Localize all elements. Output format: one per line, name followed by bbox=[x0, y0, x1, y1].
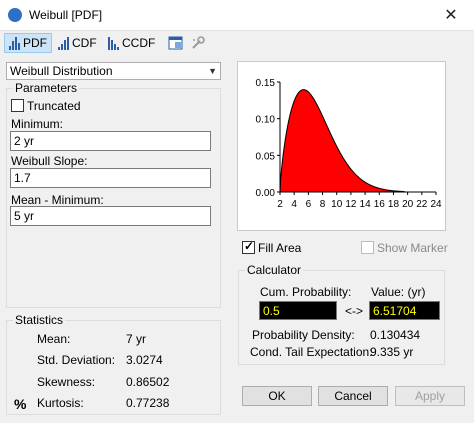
stat-label-skewness: Skewness: bbox=[37, 375, 96, 389]
statistics-legend: Statistics bbox=[13, 313, 66, 327]
ccdf-button[interactable]: CCDF bbox=[104, 33, 159, 53]
stat-value-kurtosis: 0.77238 bbox=[126, 396, 170, 410]
chevron-down-icon: ▼ bbox=[208, 66, 217, 76]
pdf-button-label: PDF bbox=[23, 36, 47, 50]
x-tick-label: 2 bbox=[277, 199, 283, 210]
cdf-button[interactable]: CDF bbox=[54, 33, 101, 53]
ccdf-chart-icon bbox=[108, 36, 119, 50]
stat-label-mean: Mean: bbox=[37, 332, 71, 346]
pdf-chart-svg: 0.000.050.100.152 4 6 8 10 12 14 16 18 20 22 24 bbox=[256, 78, 442, 210]
cum-probability-label: Cum. Probability: bbox=[260, 285, 352, 299]
pdf-button[interactable]: PDF bbox=[4, 33, 52, 53]
x-tick-label: 24 bbox=[430, 199, 442, 210]
fill-area-checkbox[interactable] bbox=[242, 239, 255, 254]
swap-icon[interactable]: <-> bbox=[345, 304, 363, 318]
weibull-slope-field[interactable]: 1.7 bbox=[10, 168, 211, 188]
minimum-label: Minimum: bbox=[11, 117, 64, 131]
y-tick-label: 0.10 bbox=[256, 115, 276, 126]
calculator-legend: Calculator bbox=[245, 263, 304, 277]
x-tick-label: 8 bbox=[320, 199, 326, 210]
y-tick-label: 0.00 bbox=[256, 188, 276, 199]
apply-button[interactable]: Apply bbox=[395, 386, 465, 406]
window-title: Weibull [PDF] bbox=[29, 8, 103, 22]
ok-button[interactable]: OK bbox=[242, 386, 312, 406]
y-tick-label: 0.15 bbox=[256, 78, 276, 89]
ccdf-button-label: CCDF bbox=[122, 36, 156, 50]
percent-icon[interactable]: % bbox=[14, 396, 26, 412]
probability-density-label: Probability Density: bbox=[252, 328, 355, 342]
probability-density-value: 0.130434 bbox=[370, 328, 421, 342]
distribution-select[interactable]: Weibull Distribution ▼ bbox=[6, 62, 221, 80]
mean-minus-minimum-label: Mean - Minimum: bbox=[11, 193, 104, 207]
x-tick-label: 16 bbox=[374, 199, 386, 210]
mean-minus-minimum-field[interactable]: 5 yr bbox=[10, 206, 211, 226]
x-tick-label: 20 bbox=[402, 199, 414, 210]
cancel-button[interactable]: Cancel bbox=[318, 386, 388, 406]
distribution-select-value: Weibull Distribution bbox=[10, 64, 113, 78]
x-tick-label: 18 bbox=[388, 199, 400, 210]
window-chart-icon[interactable] bbox=[168, 35, 184, 51]
weibull-slope-label: Weibull Slope: bbox=[11, 154, 88, 168]
stat-label-std-deviation: Std. Deviation: bbox=[37, 353, 116, 367]
tail-expectation-label: Cond. Tail Expectation: bbox=[250, 345, 373, 359]
stat-value-skewness: 0.86502 bbox=[126, 375, 170, 389]
x-tick-label: 6 bbox=[306, 199, 312, 210]
app-icon bbox=[8, 8, 22, 22]
show-marker-label: Show Marker bbox=[377, 241, 448, 255]
settings-tools-icon[interactable] bbox=[190, 35, 206, 51]
close-icon[interactable]: ✕ bbox=[428, 0, 474, 31]
x-tick-label: 10 bbox=[331, 199, 343, 210]
truncated-checkbox[interactable] bbox=[11, 99, 24, 112]
pdf-area bbox=[279, 89, 405, 193]
title-bar: Weibull [PDF] ✕ bbox=[0, 0, 474, 31]
pdf-chart: 0.00 0.05 0.10 0.15 2 4 6 8 10 12 14 16 18 20 22 24 bbox=[237, 61, 446, 231]
x-tick-label: 14 bbox=[360, 199, 372, 210]
value-label: Value: (yr) bbox=[371, 285, 426, 299]
y-tick-label: 0.05 bbox=[256, 151, 276, 162]
stat-value-mean: 7 yr bbox=[126, 332, 147, 346]
x-tick-label: 22 bbox=[416, 199, 428, 210]
truncated-label: Truncated bbox=[27, 99, 81, 113]
stat-value-std-deviation: 3.0274 bbox=[126, 353, 163, 367]
toolbar: PDF CDF CCDF bbox=[0, 31, 474, 55]
x-tick-label: 4 bbox=[291, 199, 297, 210]
cum-probability-field[interactable]: 0.5 bbox=[259, 301, 337, 320]
x-tick-label: 12 bbox=[345, 199, 357, 210]
tail-expectation-value: 9.335 yr bbox=[370, 345, 414, 359]
show-marker-checkbox[interactable] bbox=[361, 241, 374, 254]
cdf-button-label: CDF bbox=[72, 36, 97, 50]
stat-label-kurtosis: Kurtosis: bbox=[37, 396, 84, 410]
fill-area-label: Fill Area bbox=[258, 241, 302, 255]
pdf-chart-icon bbox=[9, 36, 20, 50]
cdf-chart-icon bbox=[58, 36, 69, 50]
parameters-legend: Parameters bbox=[13, 81, 80, 95]
value-field[interactable]: 6.51704 bbox=[369, 301, 440, 320]
minimum-field[interactable]: 2 yr bbox=[10, 131, 211, 151]
